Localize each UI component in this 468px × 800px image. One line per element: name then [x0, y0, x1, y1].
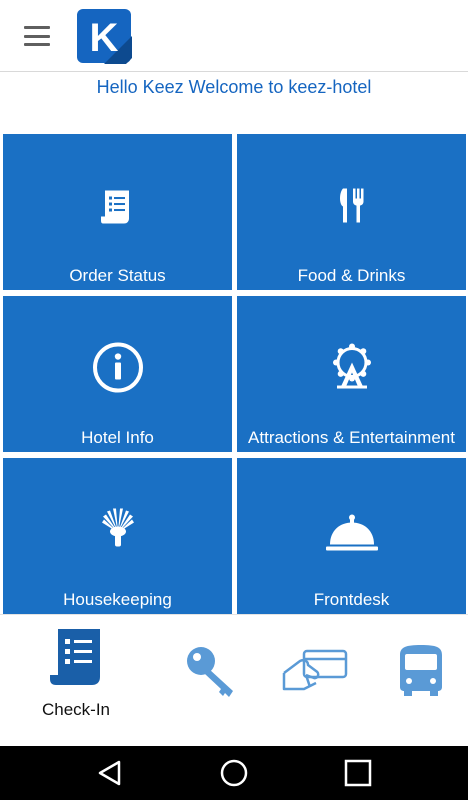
bottom-navigation: Check-In — [0, 614, 468, 746]
hamburger-menu-icon[interactable] — [24, 26, 50, 46]
tile-hotel-info[interactable]: Hotel Info — [3, 296, 232, 452]
tile-order-status[interactable]: Order Status — [3, 134, 232, 290]
ferris-wheel-icon — [332, 343, 371, 389]
logo-letter: K — [90, 16, 119, 60]
key-icon — [187, 647, 233, 697]
tile-food-drinks[interactable]: Food & Drinks — [237, 134, 466, 290]
nav-payment[interactable] — [282, 625, 350, 715]
receipt-icon — [100, 190, 129, 224]
tile-label: Food & Drinks — [297, 266, 406, 285]
app-bar: K — [0, 0, 468, 72]
feather-duster-icon — [101, 508, 134, 547]
info-icon — [92, 342, 143, 393]
nav-room-key[interactable] — [183, 625, 239, 715]
recents-icon[interactable] — [343, 758, 373, 788]
tile-label: Attractions & Entertainment — [248, 428, 455, 447]
system-navigation-bar — [0, 746, 468, 800]
welcome-message: Hello Keez Welcome to keez-hotel — [96, 77, 372, 97]
tile-label: Housekeeping — [63, 590, 172, 609]
receipt-icon — [50, 629, 100, 685]
nav-shuttle[interactable] — [396, 625, 446, 715]
service-bell-icon — [325, 514, 378, 551]
home-icon[interactable] — [219, 758, 249, 788]
tile-attractions[interactable]: Attractions & Entertainment — [237, 296, 466, 452]
back-icon[interactable] — [95, 758, 125, 788]
bus-icon — [400, 645, 442, 696]
nav-check-in[interactable]: Check-In — [42, 625, 110, 719]
keez-logo: K — [77, 9, 132, 64]
tile-housekeeping[interactable]: Housekeeping — [3, 458, 232, 614]
tile-label: Frontdesk — [313, 590, 390, 609]
tile-label: Order Status — [69, 266, 166, 285]
tile-frontdesk[interactable]: Frontdesk — [237, 458, 466, 614]
fork-knife-icon — [339, 188, 363, 223]
nav-check-in-label: Check-In — [41, 700, 111, 719]
tile-label: Hotel Info — [81, 428, 154, 447]
service-grid: Order Status Food & Drinks Hotel Info At… — [3, 134, 466, 614]
card-payment-icon — [282, 649, 348, 691]
